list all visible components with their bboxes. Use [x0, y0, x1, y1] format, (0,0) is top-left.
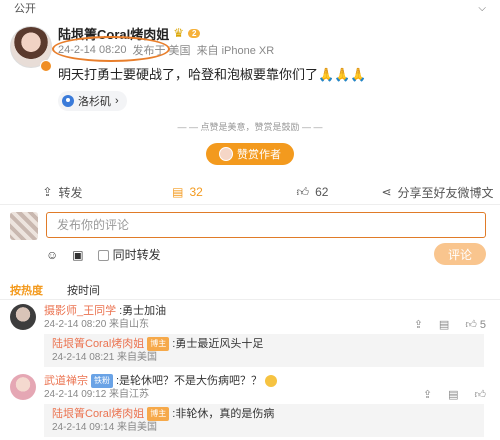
tab-sort-hot[interactable]: 按热度 [10, 282, 43, 298]
comment-input[interactable]: 发布你的评论 [46, 212, 486, 238]
reply-item: 陆垠箐Coral烤肉姐 博主 :勇士最近风头十足 24-2-14 08:21 来… [44, 334, 484, 367]
share-button[interactable]: ⋖ 分享至好友微博文 [375, 182, 500, 202]
commenter-avatar[interactable] [10, 304, 36, 330]
reply-meta: 24-2-14 09:14 来自美国 [52, 422, 158, 433]
location-label: 洛杉矶 [78, 96, 111, 108]
reward-author-button[interactable]: 赞赏作者 [206, 143, 294, 165]
post-content: 明天打勇士要硬战了，哈登和泡椒要靠你们了🙏🙏🙏 [58, 67, 367, 82]
my-avatar [10, 212, 38, 240]
divider [0, 299, 500, 300]
comment-item: 摄影师_王同学 :勇士加油 24-2-14 08:20 来自山东 ⇪ ▤ 👍︎ … [10, 304, 490, 367]
reply-head: 陆垠箐Coral烤肉姐 博主 :勇士最近风头十足 [52, 337, 476, 351]
comment-text: :勇士加油 [119, 305, 167, 317]
location-pin-icon [62, 95, 74, 107]
commenter-avatar[interactable] [10, 374, 36, 400]
verified-badge-icon [40, 60, 52, 72]
comment-icon: ▤ [172, 185, 184, 199]
level-badge: 2 [188, 28, 201, 38]
thumbs-up-icon: 👍︎ [296, 184, 310, 199]
reward-avatar-icon [219, 147, 233, 161]
divider [0, 204, 500, 205]
tab-sort-time[interactable]: 按时间 [67, 282, 100, 298]
visibility-bar: 公开 ⌵ [0, 0, 500, 16]
thumbs-up-icon: 👍︎ [465, 319, 477, 331]
chevron-right-icon: › [115, 95, 119, 107]
comment-sort-tabs: 按热度 按时间 [10, 282, 100, 298]
composer-tools: ☺ ▣ 同时转发 [46, 246, 161, 263]
comment-head: 摄影师_王同学 :勇士加油 [44, 304, 490, 318]
reward-button-label: 赞赏作者 [237, 149, 281, 161]
reward-hint: — — 点赞是美意，赞赏是鼓励 — — [177, 122, 323, 132]
like-button[interactable]: 👍︎ 62 [250, 182, 375, 202]
share-icon: ⇪ [42, 185, 53, 199]
comment-head: 武道禅宗 铁粉 :是轮休吧？不是大伤病吧？？ [44, 374, 490, 388]
repost-label: 转发 [58, 185, 83, 200]
comment-tools: ⇪ ▤ 👍︎ 5 [414, 318, 486, 331]
post-actions: ⇪ 转发 ▤ 32 👍︎ 62 ⋖ 分享至好友微博文 [0, 182, 500, 202]
comment-button[interactable]: ▤ 32 [125, 182, 250, 202]
comment-text: :是轮休吧？不是大伤病吧？？ [116, 375, 263, 387]
thumbs-up-icon[interactable]: 👍︎ [475, 388, 487, 401]
comment-item: 武道禅宗 铁粉 :是轮休吧？不是大伤病吧？？ 24-2-14 09:12 来自江… [10, 374, 490, 437]
comment-icon[interactable]: ▤ [439, 318, 449, 331]
checkbox-box [97, 250, 109, 262]
image-icon[interactable]: ▣ [72, 248, 83, 262]
fan-badge: 铁粉 [91, 374, 113, 388]
emoji-icon[interactable]: ☺ [46, 248, 58, 262]
like-count: 62 [315, 185, 329, 199]
share-nodes-icon: ⋖ [381, 185, 392, 199]
repost-checkbox[interactable]: 同时转发 [97, 246, 161, 263]
like-button[interactable]: 👍︎ 5 [465, 318, 486, 331]
share-icon[interactable]: ⇪ [423, 388, 432, 401]
repost-checkbox-label: 同时转发 [112, 248, 161, 262]
post-meta: 24-2-14 08:20 发布于 美国 来自 iPhone XR [52, 36, 486, 62]
reward-hint-text: 点赞是美意，赞赏是鼓励 [200, 122, 300, 132]
laugh-emoji-icon [265, 375, 278, 387]
reply-author[interactable]: 陆垠箐Coral烤肉姐 [52, 407, 144, 421]
reply-head: 陆垠箐Coral烤肉姐 博主 :非轮休，真的是伤病 [52, 407, 476, 421]
commenter-name[interactable]: 摄影师_王同学 [44, 304, 116, 318]
comment-tools: ⇪ ▤ 👍︎ [423, 388, 486, 401]
visibility-label: 公开 [14, 3, 36, 15]
share-label: 分享至好友微博文 [397, 185, 494, 200]
reply-text: :非轮休，真的是伤病 [172, 408, 275, 420]
author-badge: 博主 [147, 337, 170, 351]
reply-text: :勇士最近风头十足 [172, 338, 264, 350]
chevron-down-icon[interactable]: ⌵ [478, 3, 486, 14]
reply-author[interactable]: 陆垠箐Coral烤肉姐 [52, 337, 144, 351]
reply-item: 陆垠箐Coral烤肉姐 博主 :非轮休，真的是伤病 24-2-14 09:14 … [44, 404, 484, 437]
timestamp-highlight-ring [52, 36, 170, 62]
comment-like-count: 5 [479, 319, 486, 331]
post-device: 来自 iPhone XR [196, 45, 275, 57]
crown-icon: ♛ [173, 26, 184, 40]
location-tag[interactable]: 洛杉矶 › [58, 91, 127, 111]
submit-comment-button[interactable]: 评论 [434, 243, 486, 265]
weibo-post: 陆垠箐Coral烤肉姐 ♛ 2 24-2-14 08:20 发布于 美国 来自 … [0, 16, 500, 111]
comment-count: 32 [189, 185, 203, 199]
comment-icon[interactable]: ▤ [448, 388, 458, 401]
reply-meta: 24-2-14 08:21 来自美国 [52, 352, 158, 363]
commenter-name[interactable]: 武道禅宗 [44, 374, 88, 388]
repost-button[interactable]: ⇪ 转发 [0, 182, 125, 202]
author-badge: 博主 [147, 407, 170, 421]
share-icon[interactable]: ⇪ [414, 318, 423, 331]
